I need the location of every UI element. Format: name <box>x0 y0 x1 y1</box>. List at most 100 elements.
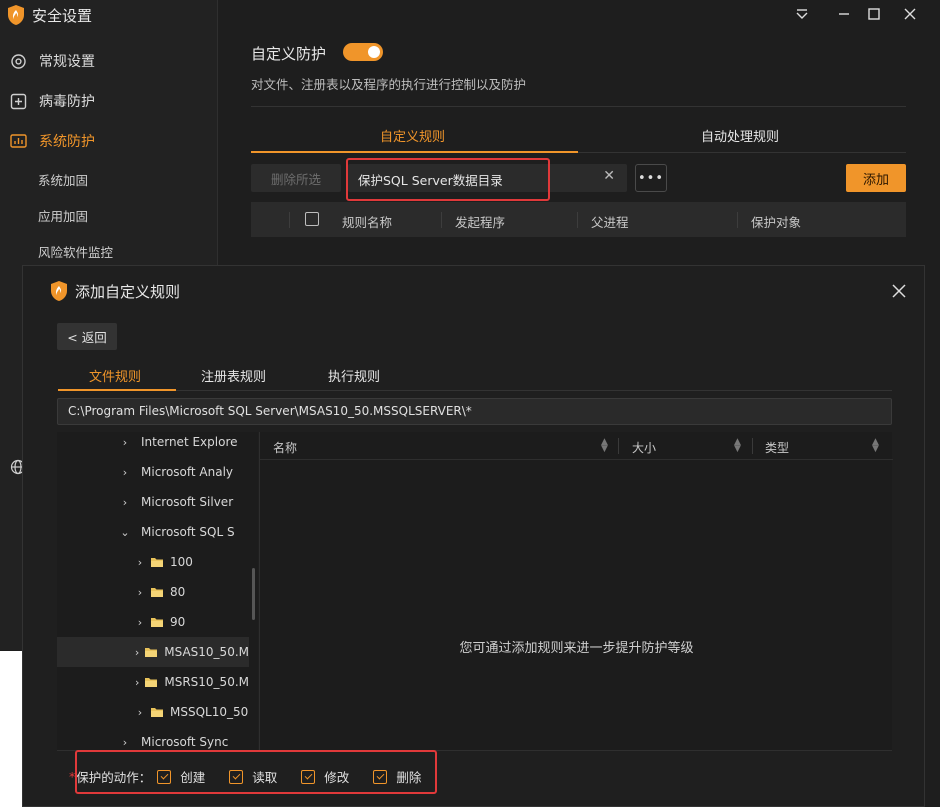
column-header[interactable]: 规则名称 <box>342 212 392 231</box>
chevron-right-icon[interactable]: › <box>119 436 131 449</box>
sidebar-item-label: 病毒防护 <box>39 94 95 110</box>
active-tab-indicator <box>251 151 578 153</box>
back-button[interactable]: < 返回 <box>57 323 117 350</box>
sidebar-item-system[interactable]: 系统防护 <box>10 131 95 151</box>
dialog-title: 添加自定义规则 <box>75 282 181 301</box>
sidebar-subitem-system-hardening[interactable]: 系统加固 <box>38 170 88 189</box>
file-list-header: 名称 ▲ ▼ 大小 ▲ ▼ 类型 ▲ ▼ <box>260 432 893 460</box>
tree-scrollbar[interactable] <box>252 568 255 620</box>
column-header[interactable]: 保护对象 <box>751 212 801 231</box>
chevron-right-icon[interactable]: › <box>119 496 131 509</box>
divider <box>578 152 906 153</box>
tree-node[interactable]: › 80 <box>57 577 249 607</box>
sort-icon[interactable]: ▲ ▼ <box>601 438 608 454</box>
active-tab-indicator <box>58 389 176 391</box>
column-separator <box>441 212 442 228</box>
empty-state-message: 您可通过添加规则来进一步提升防护等级 <box>459 641 694 656</box>
chevron-right-icon[interactable]: › <box>134 556 146 569</box>
sidebar-item-label: 系统防护 <box>39 134 95 150</box>
chevron-down-icon[interactable]: ⌄ <box>119 526 131 539</box>
rules-table-header: 规则名称 发起程序 父进程 保护对象 <box>251 202 906 237</box>
tree-node[interactable]: › Microsoft Analy <box>57 457 249 487</box>
dialog-close-icon[interactable] <box>890 282 908 300</box>
tree-node[interactable]: › MSRS10_50.M <box>57 667 249 697</box>
highlight-box <box>346 158 550 201</box>
file-list-panel: 名称 ▲ ▼ 大小 ▲ ▼ 类型 ▲ ▼ 您可通过添加规则来进一步提升防护等级 <box>259 432 893 750</box>
tab-auto-rules[interactable]: 自动处理规则 <box>701 126 779 145</box>
folder-icon <box>151 558 163 567</box>
folder-icon <box>151 708 163 717</box>
path-input[interactable]: C:\Program Files\Microsoft SQL Server\MS… <box>57 398 892 425</box>
clear-icon[interactable]: ✕ <box>603 168 615 184</box>
chevron-right-icon[interactable]: › <box>134 616 146 629</box>
chevron-right-icon[interactable]: › <box>134 586 146 599</box>
folder-icon <box>151 618 163 627</box>
tree-node[interactable]: › MSSQL10_50 <box>57 697 249 727</box>
tree-node[interactable]: › Microsoft Silver <box>57 487 249 517</box>
shield-logo-icon <box>51 281 67 301</box>
chevron-right-icon[interactable]: › <box>119 466 131 479</box>
select-all-checkbox[interactable] <box>305 212 319 226</box>
maximize-icon[interactable] <box>863 4 885 24</box>
divider <box>176 390 892 391</box>
dropdown-menu-icon[interactable] <box>791 4 813 24</box>
column-separator <box>577 212 578 228</box>
sidebar-subitem-app-hardening[interactable]: 应用加固 <box>38 206 88 225</box>
shield-logo-icon <box>8 5 24 25</box>
tree-node[interactable]: › 90 <box>57 607 249 637</box>
chevron-right-icon[interactable]: › <box>119 736 131 749</box>
sort-icon[interactable]: ▲ ▼ <box>734 438 741 454</box>
column-header[interactable]: 名称 <box>273 439 297 456</box>
more-button[interactable]: ••• <box>635 164 667 192</box>
tab-exec-rules[interactable]: 执行规则 <box>328 366 380 385</box>
column-header[interactable]: 类型 <box>765 439 789 456</box>
tree-node-label: Microsoft Sync <box>141 735 229 749</box>
column-header[interactable]: 大小 <box>632 439 656 456</box>
tab-file-rules[interactable]: 文件规则 <box>89 366 141 385</box>
chevron-right-icon[interactable]: › <box>134 646 140 659</box>
add-button[interactable]: 添加 <box>846 164 906 192</box>
chevron-right-icon[interactable]: › <box>134 676 140 689</box>
tree-node[interactable]: › 100 <box>57 547 249 577</box>
folder-tree[interactable]: › Internet Explore › Microsoft Analy › M… <box>57 432 258 750</box>
highlight-box <box>75 750 437 794</box>
tree-node-label: Internet Explore <box>141 435 238 449</box>
tree-node[interactable]: › Microsoft Sync <box>57 727 249 750</box>
tree-node[interactable]: ⌄ Microsoft SQL S <box>57 517 249 547</box>
brand: 安全设置 <box>6 4 92 26</box>
tab-custom-rules[interactable]: 自定义规则 <box>380 126 445 145</box>
minimize-icon[interactable] <box>833 4 855 24</box>
chart-icon <box>10 133 27 150</box>
sort-icon[interactable]: ▲ ▼ <box>872 438 879 454</box>
app-window: 安全设置 常规设置 病毒防护 系统防护 系统加固 应用加固 风险软件监控 自定义… <box>0 0 940 807</box>
sidebar-item-virus[interactable]: 病毒防护 <box>10 91 95 111</box>
chevron-right-icon[interactable]: › <box>134 706 146 719</box>
folder-icon <box>145 678 158 687</box>
sidebar-item-general[interactable]: 常规设置 <box>10 51 95 71</box>
tree-node-label: 100 <box>170 555 193 569</box>
gear-icon <box>10 53 27 70</box>
tree-node-label: MSSQL10_50 <box>170 705 249 719</box>
tree-node-label: 90 <box>170 615 186 629</box>
tab-registry-rules[interactable]: 注册表规则 <box>201 366 266 385</box>
column-separator <box>752 438 753 454</box>
delete-selected-button[interactable]: 删除所选 <box>251 164 341 192</box>
sidebar-subitem-risk-monitor[interactable]: 风险软件监控 <box>38 242 113 261</box>
divider <box>251 106 906 107</box>
column-separator <box>289 212 290 228</box>
folder-icon <box>151 588 163 597</box>
folder-icon <box>145 648 158 657</box>
tree-node[interactable]: › Internet Explore <box>57 432 249 457</box>
app-title: 安全设置 <box>32 6 93 25</box>
column-separator <box>737 212 738 228</box>
column-header[interactable]: 发起程序 <box>455 212 505 231</box>
close-icon[interactable] <box>899 4 921 24</box>
tree-node-selected[interactable]: › MSAS10_50.M <box>57 637 249 667</box>
background-window <box>0 651 22 807</box>
protection-toggle[interactable] <box>343 43 383 61</box>
dialog-header: 添加自定义规则 <box>49 280 180 302</box>
column-header[interactable]: 父进程 <box>591 212 629 231</box>
page-description: 对文件、注册表以及程序的执行进行控制以及防护 <box>251 77 527 92</box>
tree-node-label: Microsoft SQL S <box>141 525 235 539</box>
plus-square-icon <box>10 93 27 110</box>
